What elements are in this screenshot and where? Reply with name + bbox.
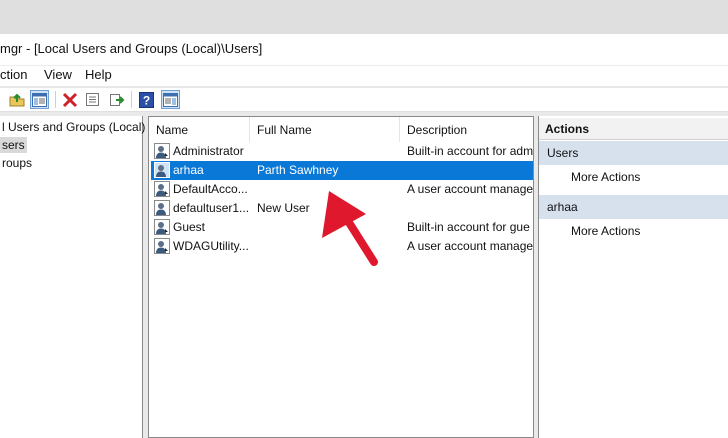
- toolbar-separator: [55, 91, 56, 108]
- row-description: A user account manage: [407, 182, 534, 196]
- user-account-icon: [154, 162, 170, 178]
- actions-section-arhaa[interactable]: arhaa: [539, 195, 728, 219]
- menu-view[interactable]: View: [44, 67, 72, 82]
- svg-text:?: ?: [143, 93, 150, 107]
- title-bar-band: [0, 0, 728, 34]
- properties-icon[interactable]: [83, 90, 102, 109]
- actions-section-users[interactable]: Users: [539, 141, 728, 165]
- table-row[interactable]: defaultuser1... New User: [151, 199, 533, 218]
- tree-item-users[interactable]: sers: [0, 137, 27, 153]
- tree-item-local-users-and-groups[interactable]: l Users and Groups (Local): [0, 119, 147, 135]
- column-header-full-name[interactable]: Full Name: [250, 117, 400, 142]
- actions-header: Actions: [539, 118, 728, 140]
- toolbar-separator: [131, 91, 132, 108]
- show-hide-action-pane-icon[interactable]: [161, 90, 180, 109]
- user-account-icon: [154, 238, 170, 254]
- more-actions-users-link[interactable]: More Actions: [571, 170, 640, 184]
- more-actions-arhaa-link[interactable]: More Actions: [571, 224, 640, 238]
- user-account-icon: [154, 219, 170, 235]
- table-row[interactable]: WDAGUtility... A user account manage: [151, 237, 534, 256]
- row-description: Built-in account for gue: [407, 220, 530, 234]
- row-full-name: Parth Sawhney: [257, 163, 339, 177]
- row-name: DefaultAcco...: [173, 182, 248, 196]
- users-list-pane: Name Full Name Description Administrator…: [148, 116, 534, 438]
- window-title: mgr - [Local Users and Groups (Local)\Us…: [0, 41, 263, 56]
- menu-action[interactable]: ction: [0, 67, 27, 82]
- row-name: WDAGUtility...: [173, 239, 249, 253]
- row-name: arhaa: [173, 163, 204, 177]
- table-row[interactable]: Guest Built-in account for gue: [151, 218, 533, 237]
- table-row[interactable]: arhaa Parth Sawhney: [151, 161, 533, 180]
- up-folder-icon[interactable]: [7, 90, 26, 109]
- table-row[interactable]: Administrator Built-in account for adm: [151, 142, 534, 161]
- column-header-name[interactable]: Name: [149, 117, 250, 142]
- tree-pane: l Users and Groups (Local) sers roups: [0, 116, 145, 438]
- user-account-icon: [154, 200, 170, 216]
- row-name: Administrator: [173, 144, 244, 158]
- row-description: A user account manage: [407, 239, 534, 253]
- tree-item-groups[interactable]: roups: [0, 155, 34, 171]
- delete-icon[interactable]: [60, 90, 79, 109]
- show-hide-tree-icon[interactable]: [30, 90, 49, 109]
- row-name: Guest: [173, 220, 206, 234]
- menu-help[interactable]: Help: [85, 67, 112, 82]
- actions-pane: Actions Users More Actions arhaa More Ac…: [538, 116, 728, 438]
- export-list-icon[interactable]: [107, 90, 126, 109]
- user-account-icon: [154, 181, 170, 197]
- row-name: defaultuser1...: [173, 201, 250, 215]
- column-header-description[interactable]: Description: [400, 117, 533, 142]
- help-icon[interactable]: ?: [137, 90, 156, 109]
- table-row[interactable]: DefaultAcco... A user account manage: [151, 180, 534, 199]
- row-full-name: New User: [257, 201, 310, 215]
- row-description: Built-in account for adm: [407, 144, 534, 158]
- user-account-icon: [154, 143, 170, 159]
